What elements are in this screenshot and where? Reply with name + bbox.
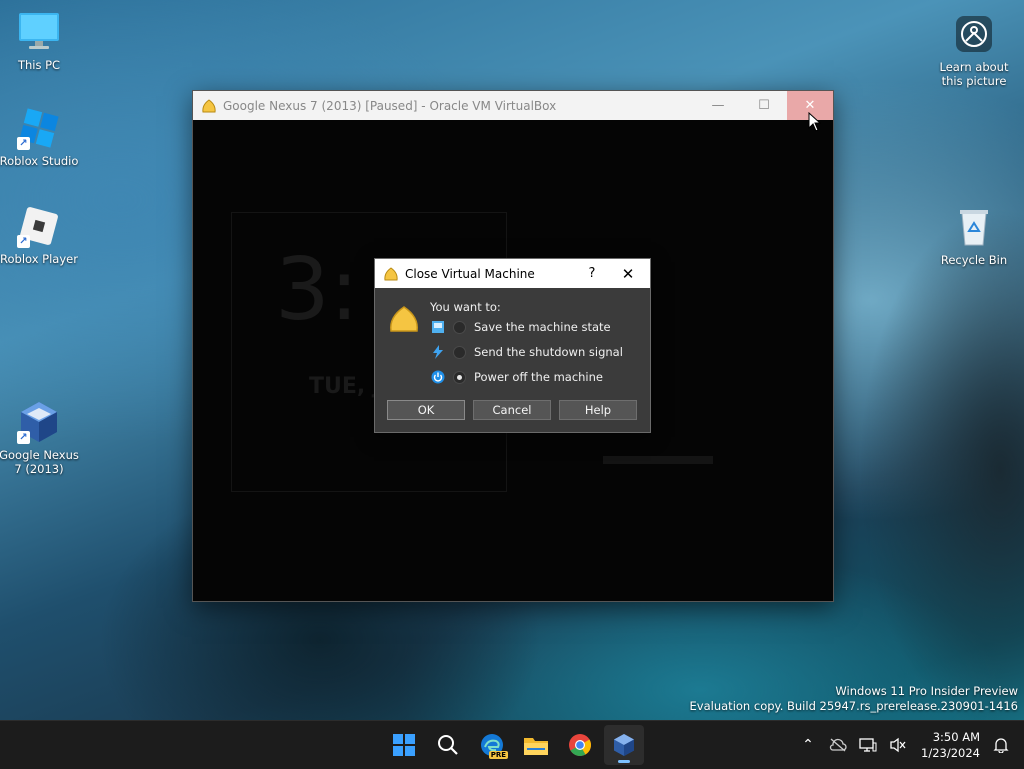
desktop-icon-this-pc[interactable]: This PC [0, 10, 81, 72]
virtualbox-app-icon [383, 266, 399, 282]
search-icon [438, 735, 458, 755]
search-button[interactable] [428, 725, 468, 765]
virtualbox-cube-icon [614, 734, 634, 756]
guest-clock: 3: [275, 240, 359, 340]
taskbar: PRE ⌃ 3:50 AM 1/23/2024 [0, 720, 1024, 769]
clock-time: 3:50 AM [932, 730, 980, 744]
ok-button[interactable]: OK [387, 400, 465, 420]
taskbar-chrome[interactable] [560, 725, 600, 765]
windows-logo-icon [393, 734, 415, 756]
vm-titlebar[interactable]: Google Nexus 7 (2013) [Paused] - Oracle … [193, 91, 833, 120]
virtualbox-app-icon [201, 98, 217, 114]
dialog-prompt: You want to: [430, 300, 501, 314]
dialog-title: Close Virtual Machine [405, 266, 535, 281]
option-label: Send the shutdown signal [474, 345, 623, 359]
start-button[interactable] [384, 725, 424, 765]
cancel-button[interactable]: Cancel [473, 400, 551, 420]
network-icon [859, 738, 877, 752]
camera-info-icon [952, 12, 996, 56]
edge-pre-badge: PRE [488, 751, 508, 759]
desktop-icon-label: Recycle Bin [940, 253, 1008, 267]
close-icon: ✕ [804, 98, 816, 113]
desktop-icon-learn-about-picture[interactable]: Learn about this picture [932, 12, 1016, 88]
dialog-help-button[interactable]: ? [578, 266, 606, 281]
chrome-icon [569, 734, 591, 756]
maximize-icon: ☐ [758, 98, 770, 113]
monitor-icon [17, 10, 61, 54]
lightning-icon [431, 345, 445, 359]
radio-power-off[interactable] [453, 370, 466, 384]
option-power-off[interactable]: Power off the machine [431, 368, 603, 386]
windows-watermark: Windows 11 Pro Insider Preview Evaluatio… [690, 684, 1018, 714]
option-label: Save the machine state [474, 320, 611, 334]
folder-icon [524, 738, 548, 755]
taskbar-edge-preview[interactable]: PRE [472, 725, 512, 765]
roblox-studio-icon: ↗ [17, 106, 61, 150]
save-state-icon [431, 320, 445, 334]
option-save-state[interactable]: Save the machine state [431, 318, 611, 336]
dialog-body: You want to: Save the machine state Send… [375, 288, 650, 432]
tray-overflow-button[interactable]: ⌃ [793, 730, 823, 760]
cloud-off-icon [829, 738, 847, 752]
desktop-icon-label: Learn about this picture [939, 60, 1009, 88]
virtualbox-large-icon [388, 303, 420, 335]
clock-date: 1/23/2024 [921, 746, 980, 760]
taskbar-clock[interactable]: 3:50 AM 1/23/2024 [921, 729, 980, 761]
taskbar-file-explorer[interactable] [516, 725, 556, 765]
desktop-icon-label: This PC [17, 58, 61, 72]
option-label: Power off the machine [474, 370, 603, 384]
desktop-icon-label: Roblox Studio [0, 154, 79, 168]
tray-network[interactable] [853, 730, 883, 760]
radio-save-state[interactable] [453, 320, 466, 334]
taskbar-apps: PRE [384, 721, 644, 769]
power-icon [431, 370, 445, 384]
desktop-icon-google-nexus[interactable]: ↗ Google Nexus 7 (2013) [0, 400, 81, 476]
dialog-close-button[interactable]: ✕ [606, 265, 650, 283]
taskbar-virtualbox[interactable] [604, 725, 644, 765]
desktop-icon-label: Google Nexus 7 (2013) [0, 448, 79, 476]
shortcut-arrow-icon: ↗ [17, 137, 30, 150]
tray-onedrive[interactable] [823, 730, 853, 760]
minimize-button[interactable]: — [695, 91, 741, 120]
radio-shutdown-signal[interactable] [453, 345, 466, 359]
help-button[interactable]: Help [559, 400, 637, 420]
recycle-bin-icon [952, 205, 996, 249]
notifications-button[interactable] [986, 730, 1016, 760]
virtualbox-cube-icon: ↗ [17, 400, 61, 444]
watermark-line-2: Evaluation copy. Build 25947.rs_prerelea… [689, 699, 1018, 713]
option-shutdown-signal[interactable]: Send the shutdown signal [431, 343, 623, 361]
desktop-icon-label: Roblox Player [0, 252, 78, 266]
close-vm-dialog: Close Virtual Machine ? ✕ You want to: S… [374, 258, 651, 433]
guest-faint-bar [603, 456, 713, 464]
dialog-button-row: OK Cancel Help [387, 400, 637, 420]
desktop-icon-recycle-bin[interactable]: Recycle Bin [932, 205, 1016, 267]
vm-window-title: Google Nexus 7 (2013) [Paused] - Oracle … [223, 98, 557, 113]
shortcut-arrow-icon: ↗ [17, 431, 30, 444]
minimize-icon: — [711, 98, 725, 113]
mouse-cursor-icon [808, 112, 822, 132]
desktop-icon-roblox-studio[interactable]: ↗ Roblox Studio [0, 106, 81, 168]
shortcut-arrow-icon: ↗ [17, 235, 30, 248]
volume-muted-icon [890, 737, 906, 753]
desktop-icon-roblox-player[interactable]: ↗ Roblox Player [0, 204, 81, 266]
guest-date: TUE, J [309, 374, 382, 399]
chevron-up-icon: ⌃ [802, 737, 814, 753]
tray-volume[interactable] [883, 730, 913, 760]
dialog-titlebar[interactable]: Close Virtual Machine ? ✕ [375, 259, 650, 288]
system-tray: ⌃ 3:50 AM 1/23/2024 [793, 721, 1024, 769]
bell-icon [993, 738, 1009, 753]
roblox-player-icon: ↗ [17, 204, 61, 248]
watermark-line-1: Windows 11 Pro Insider Preview [835, 684, 1018, 698]
maximize-button[interactable]: ☐ [741, 91, 787, 120]
